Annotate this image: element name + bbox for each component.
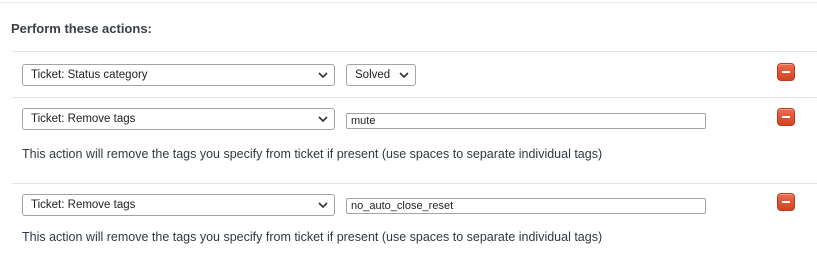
action-field-select[interactable]: Ticket: Status category [22, 64, 335, 86]
remove-action-button[interactable] [777, 108, 795, 126]
action-row: Ticket: Remove tags This action will rem… [12, 97, 817, 183]
action-row: Ticket: Remove tags This action will rem… [12, 183, 817, 264]
action-help-text: This action will remove the tags you spe… [22, 147, 603, 161]
section-title: Perform these actions: [11, 21, 152, 36]
action-help-text: This action will remove the tags you spe… [22, 230, 603, 244]
remove-action-button[interactable] [777, 63, 795, 81]
action-value-select[interactable]: Solved [346, 64, 416, 86]
action-field-label: Ticket: Remove tags [31, 113, 136, 125]
chevron-down-icon [318, 195, 328, 215]
minus-icon [782, 71, 790, 73]
chevron-down-icon [318, 65, 328, 85]
action-field-select[interactable]: Ticket: Remove tags [22, 108, 335, 130]
minus-icon [782, 201, 790, 203]
action-field-label: Ticket: Status category [31, 69, 148, 81]
action-field-label: Ticket: Remove tags [31, 199, 136, 211]
chevron-down-icon [399, 65, 409, 85]
action-field-select[interactable]: Ticket: Remove tags [22, 194, 335, 216]
action-row: Ticket: Status category Solved [12, 51, 817, 97]
top-divider [0, 2, 817, 3]
tags-input[interactable] [346, 198, 706, 214]
minus-icon [782, 116, 790, 118]
action-value-label: Solved [355, 69, 391, 81]
chevron-down-icon [318, 109, 328, 129]
tags-input[interactable] [346, 113, 706, 129]
remove-action-button[interactable] [777, 193, 795, 211]
